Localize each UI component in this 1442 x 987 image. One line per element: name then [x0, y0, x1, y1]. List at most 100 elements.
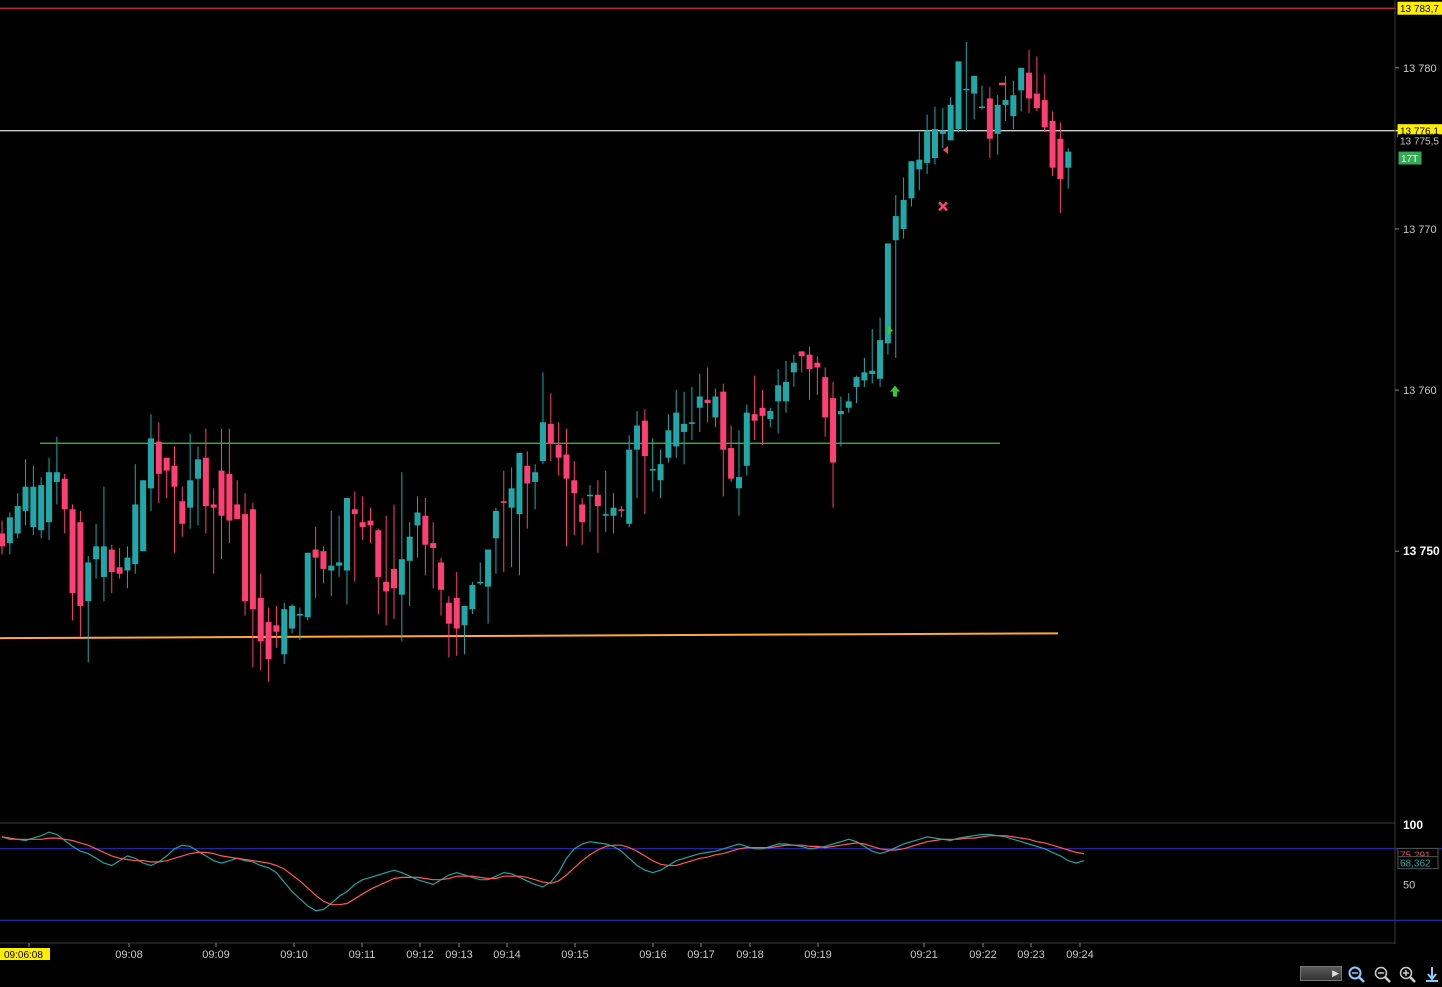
- candle[interactable]: [218, 428, 225, 560]
- trading-chart[interactable]: 13 78013 77013 76013 75013 783,713 776,1…: [0, 0, 1442, 987]
- candle[interactable]: [1018, 67, 1025, 112]
- candle[interactable]: [547, 393, 554, 461]
- candle[interactable]: [469, 581, 476, 614]
- oscillator-pane[interactable]: [0, 831, 1442, 921]
- candle[interactable]: [304, 552, 311, 621]
- candle[interactable]: [508, 467, 515, 568]
- candle[interactable]: [22, 459, 29, 526]
- candle[interactable]: [391, 504, 397, 619]
- oscillator-series-line[interactable]: [1, 835, 1084, 906]
- candle[interactable]: [116, 547, 123, 579]
- candle[interactable]: [281, 602, 288, 664]
- candle[interactable]: [100, 486, 107, 602]
- candle[interactable]: [210, 488, 217, 574]
- price-pane[interactable]: [0, 7, 1442, 682]
- candle[interactable]: [296, 607, 303, 640]
- candle[interactable]: [532, 464, 539, 510]
- candle[interactable]: [249, 502, 256, 668]
- candle[interactable]: [445, 596, 452, 658]
- candle[interactable]: [696, 373, 703, 432]
- candle[interactable]: [688, 386, 695, 440]
- candle[interactable]: [877, 317, 884, 387]
- candle[interactable]: [924, 114, 931, 175]
- candle[interactable]: [806, 346, 813, 400]
- candle[interactable]: [704, 367, 711, 423]
- candle[interactable]: [931, 106, 938, 165]
- candle[interactable]: [900, 177, 907, 239]
- candle[interactable]: [979, 85, 985, 110]
- candle[interactable]: [343, 498, 350, 605]
- candle[interactable]: [124, 546, 131, 589]
- candle[interactable]: [0, 520, 5, 555]
- candle[interactable]: [398, 472, 405, 642]
- candle[interactable]: [14, 493, 21, 539]
- candle[interactable]: [30, 465, 37, 536]
- candle[interactable]: [516, 452, 523, 576]
- candle[interactable]: [618, 506, 625, 518]
- candle[interactable]: [916, 132, 923, 191]
- candle[interactable]: [53, 436, 60, 505]
- candle[interactable]: [971, 75, 978, 120]
- candle[interactable]: [93, 523, 100, 579]
- candle[interactable]: [626, 435, 633, 527]
- candle[interactable]: [602, 470, 609, 532]
- candle[interactable]: [140, 480, 147, 552]
- candle[interactable]: [1049, 111, 1056, 176]
- candle[interactable]: [861, 357, 868, 387]
- candle[interactable]: [751, 375, 758, 440]
- candle[interactable]: [869, 328, 876, 384]
- candle[interactable]: [187, 433, 194, 529]
- candle[interactable]: [171, 446, 178, 553]
- candle[interactable]: [234, 480, 241, 519]
- candle[interactable]: [673, 390, 680, 458]
- candle[interactable]: [359, 496, 366, 540]
- zoom-in-icon[interactable]: [1397, 965, 1417, 983]
- candle[interactable]: [790, 354, 797, 387]
- candle[interactable]: [485, 549, 492, 624]
- candle[interactable]: [783, 361, 789, 413]
- candle[interactable]: [132, 464, 139, 574]
- candle[interactable]: [85, 556, 92, 663]
- candle[interactable]: [594, 480, 601, 553]
- candle[interactable]: [767, 407, 774, 428]
- candle[interactable]: [649, 438, 656, 492]
- candle[interactable]: [814, 356, 821, 395]
- candle[interactable]: [743, 404, 750, 476]
- candle[interactable]: [383, 515, 390, 626]
- candle[interactable]: [477, 562, 484, 585]
- candle[interactable]: [884, 243, 891, 355]
- candle[interactable]: [720, 383, 727, 497]
- candle[interactable]: [500, 470, 507, 573]
- candle[interactable]: [265, 607, 272, 682]
- candle[interactable]: [1041, 74, 1048, 133]
- candle[interactable]: [226, 428, 233, 544]
- candle[interactable]: [610, 493, 617, 534]
- candle[interactable]: [994, 95, 1001, 155]
- candle[interactable]: [375, 528, 382, 614]
- candle[interactable]: [657, 449, 664, 498]
- candle[interactable]: [1002, 75, 1009, 121]
- candle[interactable]: [202, 428, 209, 534]
- candle[interactable]: [555, 422, 562, 476]
- candle[interactable]: [947, 96, 954, 141]
- candle[interactable]: [892, 195, 899, 358]
- candle[interactable]: [242, 493, 249, 616]
- candle[interactable]: [492, 507, 499, 574]
- candle[interactable]: [414, 496, 421, 558]
- candle[interactable]: [1065, 148, 1072, 189]
- candle[interactable]: [634, 411, 641, 498]
- candle[interactable]: [406, 522, 413, 606]
- candle[interactable]: [963, 42, 970, 133]
- candle[interactable]: [461, 605, 468, 655]
- scroll-down-icon[interactable]: [1422, 965, 1442, 983]
- candle[interactable]: [798, 351, 805, 373]
- candle[interactable]: [1057, 122, 1064, 213]
- candle[interactable]: [147, 414, 154, 511]
- candle[interactable]: [579, 498, 586, 545]
- candle[interactable]: [320, 546, 327, 584]
- zoom-out-icon[interactable]: [1372, 965, 1392, 983]
- candle[interactable]: [1010, 80, 1017, 130]
- candle[interactable]: [1026, 50, 1033, 113]
- candle[interactable]: [563, 428, 570, 547]
- candle[interactable]: [6, 512, 13, 555]
